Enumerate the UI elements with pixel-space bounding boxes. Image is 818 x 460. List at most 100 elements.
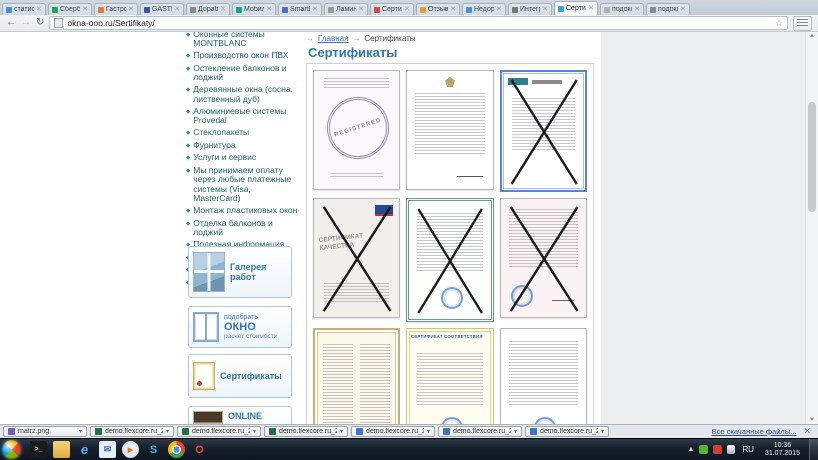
breadcrumb-home-link[interactable]: Главная <box>318 34 348 43</box>
tray-icon[interactable] <box>713 445 722 454</box>
tab-close-icon[interactable]: ✕ <box>358 6 364 13</box>
sidebar-item[interactable]: ◆Монтаж пластиковых окон <box>186 206 298 216</box>
certificate-thumbnail[interactable] <box>313 328 400 424</box>
certificate-icon <box>193 362 215 390</box>
browser-tab-strip: статистика✕ Сбербанк✕ Гастроном✕ GASTRON… <box>0 0 818 15</box>
download-item[interactable]: matrz.png▾ <box>3 426 87 437</box>
taskbar-chrome-icon[interactable] <box>168 441 185 458</box>
sidebar: ◆Оконные системы MONTBLANC ◆Производство… <box>186 32 298 424</box>
certificate-thumbnail[interactable] <box>500 198 587 318</box>
tab-close-icon[interactable]: ✕ <box>220 6 226 13</box>
download-item[interactable]: demo.flexcore.ru_2...html▾ <box>351 426 435 437</box>
browser-menu-icon[interactable] <box>793 16 812 31</box>
sidebar-item[interactable]: ◆Остекление балконов и лоджий <box>186 64 298 83</box>
tab-close-icon[interactable]: ✕ <box>496 6 502 13</box>
browser-tab[interactable]: Отзывы✕ <box>416 3 460 15</box>
taskbar-media-player-icon[interactable] <box>122 441 139 458</box>
certificate-thumbnail[interactable] <box>406 70 493 190</box>
certificate-thumbnail[interactable]: REGISTERED <box>313 70 400 190</box>
browser-tab[interactable]: GASTRONOM✕ <box>140 3 184 15</box>
browser-tab[interactable]: статистика✕ <box>2 3 46 15</box>
show-desktop-button[interactable] <box>809 439 818 460</box>
download-item[interactable]: demo.flexcore.ru_2...html▾ <box>438 426 522 437</box>
browser-tab[interactable]: Сертификат✕ <box>370 3 414 15</box>
tab-close-icon[interactable]: ✕ <box>174 6 180 13</box>
taskbar-clock[interactable]: 10:36 31.07.2015 <box>761 442 804 458</box>
tab-title: Сбербанк <box>60 6 80 13</box>
taskbar-folder-icon[interactable] <box>53 441 70 458</box>
browser-tab[interactable]: Сбербанк✕ <box>48 3 92 15</box>
bullet-icon: ◆ <box>186 128 190 138</box>
tab-close-icon[interactable]: ✕ <box>128 6 134 13</box>
tab-close-icon[interactable]: ✕ <box>542 6 548 13</box>
browser-tab[interactable]: Ламинирован✕ <box>324 3 368 15</box>
certificate-thumbnail[interactable] <box>500 328 587 424</box>
bookmark-star-icon[interactable]: ☆ <box>775 18 783 29</box>
sidebar-item[interactable]: ◆Стеклопакеты <box>186 128 298 138</box>
browser-tab[interactable]: Гастроном✕ <box>94 3 138 15</box>
window-calculator-widget[interactable]: подобрать ОКНО расчет стоимости <box>188 306 292 348</box>
taskbar-opera-icon[interactable] <box>191 441 208 458</box>
tab-close-icon[interactable]: ✕ <box>36 6 42 13</box>
tab-title: Гастроном <box>106 6 126 13</box>
certificate-thumbnail[interactable] <box>406 198 493 322</box>
download-bar-close-icon[interactable]: ✕ <box>799 426 815 437</box>
browser-tab[interactable]: Доработки✕ <box>186 3 230 15</box>
tray-icon[interactable] <box>727 445 735 454</box>
address-bar[interactable]: okna-ooo.ru/Sertifikaty/ ☆ <box>49 16 788 30</box>
back-icon[interactable]: ← <box>6 18 16 28</box>
download-item[interactable]: demo.flexcore.ru_29...csv▾ <box>90 426 174 437</box>
certificate-thumbnail[interactable] <box>500 70 587 192</box>
taskbar-skype-icon[interactable] <box>145 441 162 458</box>
tray-expand-icon[interactable]: ▲ <box>687 446 694 453</box>
tray-icon[interactable] <box>699 445 708 454</box>
download-item[interactable]: demo.flexcore.ru_29...csv▾ <box>264 426 348 437</box>
tab-close-icon[interactable]: ✕ <box>312 6 318 13</box>
certificate-thumbnail[interactable]: СЕРТИФИКАТ СООТВЕТСТВИЯ <box>406 328 493 424</box>
show-all-downloads-link[interactable]: Все скачанные файлы... <box>712 427 797 436</box>
reload-icon[interactable]: ↻ <box>36 18 44 28</box>
scroll-up-icon[interactable]: ▲ <box>806 33 818 39</box>
forward-icon[interactable]: → <box>21 18 31 28</box>
download-item[interactable]: demo.flexcore.ru_29...csv▾ <box>177 426 261 437</box>
browser-tab[interactable]: Интеграция✕ <box>508 3 552 15</box>
online-consultant-widget[interactable]: ONLINE <box>188 406 292 424</box>
language-indicator[interactable]: RU <box>740 445 756 454</box>
sidebar-item[interactable]: ◆Фурнитура <box>186 141 298 151</box>
sidebar-item[interactable]: ◆Оконные системы MONTBLANC <box>186 32 298 49</box>
taskbar-mail-icon[interactable] <box>99 441 116 458</box>
certificates-widget[interactable]: Сертификаты <box>188 354 292 398</box>
taskbar-internet-explorer-icon[interactable] <box>76 441 93 458</box>
scrollbar-thumb[interactable] <box>808 102 816 212</box>
tab-close-icon[interactable]: ✕ <box>588 5 594 12</box>
vertical-scrollbar[interactable]: ▲ ▼ <box>805 32 818 424</box>
certificate-thumbnail[interactable]: СЕРТИФИКАТ КАЧЕСТВА <box>313 198 400 318</box>
tab-close-icon[interactable]: ✕ <box>634 6 640 13</box>
sidebar-item-label: Производство окон ПВХ <box>193 51 288 61</box>
sidebar-item[interactable]: ◆Отделка балконов и лоджий <box>186 219 298 238</box>
sidebar-item[interactable]: ◆Деревянные окна (сосна, лиственный дуб) <box>186 85 298 104</box>
browser-tab[interactable]: Мобильные✕ <box>232 3 276 15</box>
sidebar-item[interactable]: ◆Производство окон ПВХ <box>186 51 298 61</box>
download-item[interactable]: demo.flexcore.ru_2...html▾ <box>525 426 609 437</box>
sidebar-item-label: Алюминиевые системы Provedal <box>193 107 298 126</box>
tab-close-icon[interactable]: ✕ <box>266 6 272 13</box>
sidebar-item[interactable]: ◆Алюминиевые системы Provedal <box>186 107 298 126</box>
tab-close-icon[interactable]: ✕ <box>680 6 686 13</box>
sidebar-item[interactable]: ◆Мы принимаем оплату через любые платежн… <box>186 166 298 204</box>
browser-tab[interactable]: SmartBizExp✕ <box>278 3 322 15</box>
sidebar-item[interactable]: ◆Услуги и сервис <box>186 153 298 163</box>
scroll-down-icon[interactable]: ▼ <box>806 417 818 423</box>
browser-tab-active[interactable]: Сертификаты✕ <box>554 1 598 15</box>
browser-tab[interactable]: Недорогие✕ <box>462 3 506 15</box>
browser-tab[interactable]: подоконник✕ <box>646 3 690 15</box>
browser-tab[interactable]: подоконник✕ <box>600 3 644 15</box>
taskbar-app-icon[interactable] <box>30 441 47 458</box>
tab-title: Мобильные <box>244 6 264 13</box>
tab-close-icon[interactable]: ✕ <box>404 6 410 13</box>
tab-close-icon[interactable]: ✕ <box>82 6 88 13</box>
tab-close-icon[interactable]: ✕ <box>450 6 456 13</box>
gallery-widget[interactable]: Галерея работ <box>188 246 292 298</box>
start-button[interactable] <box>2 440 21 459</box>
sidebar-item-label: Стеклопакеты <box>193 128 249 138</box>
